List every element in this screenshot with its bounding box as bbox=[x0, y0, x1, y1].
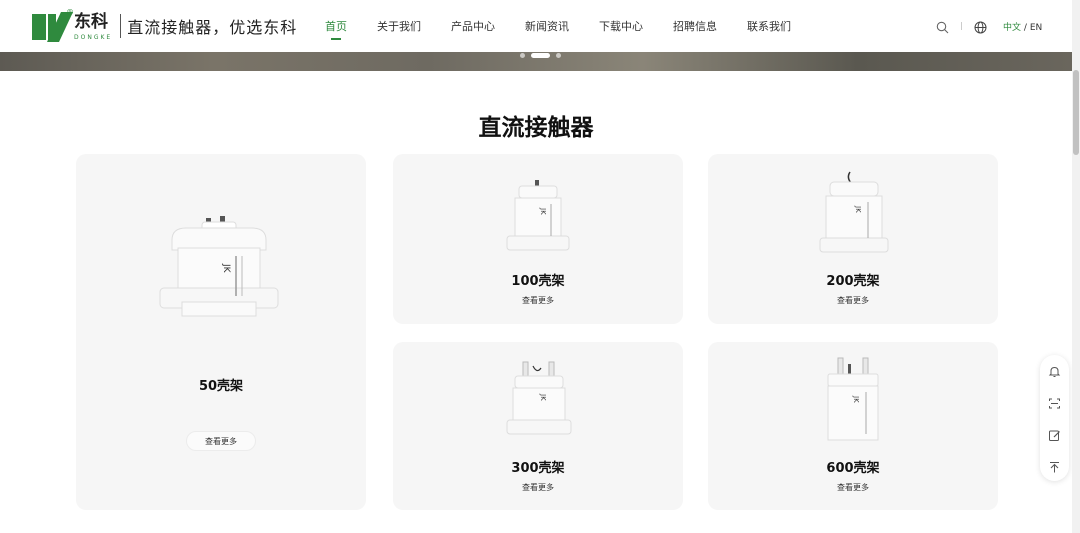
nav-item-jobs[interactable]: 招聘信息 bbox=[673, 18, 717, 34]
slogan: 直流接触器，优选东科 bbox=[127, 18, 298, 37]
view-more-button[interactable]: 查看更多 bbox=[186, 431, 256, 451]
banner-dot-active[interactable] bbox=[531, 53, 550, 58]
logo-chinese-name: 东科 bbox=[74, 11, 108, 32]
view-more-link[interactable]: 查看更多 bbox=[708, 295, 998, 306]
svg-text:JK: JK bbox=[854, 205, 862, 213]
nav-item-products[interactable]: 产品中心 bbox=[451, 18, 495, 34]
banner-dot[interactable] bbox=[520, 53, 525, 58]
logo-mark-icon: ® bbox=[32, 8, 74, 42]
product-image: JK bbox=[159, 216, 279, 317]
lang-separator: / bbox=[1023, 23, 1027, 33]
product-card-200[interactable]: JK 200壳架 查看更多 bbox=[708, 154, 998, 324]
page: ® 东科 DONGKE 直流接触器，优选东科 首页 关于我们 产品中心 新闻资讯… bbox=[0, 0, 1080, 533]
svg-text:JK: JK bbox=[539, 393, 547, 401]
nav-item-contact[interactable]: 联系我们 bbox=[747, 18, 791, 34]
nav-item-downloads[interactable]: 下载中心 bbox=[599, 18, 643, 34]
svg-text:JK: JK bbox=[852, 395, 860, 403]
product-card-100[interactable]: JK 100壳架 查看更多 bbox=[393, 154, 683, 324]
registered-mark: ® bbox=[66, 8, 74, 17]
scrollbar-thumb[interactable] bbox=[1073, 70, 1079, 155]
product-card-600[interactable]: JK 600壳架 查看更多 bbox=[708, 342, 998, 510]
product-image: JK bbox=[506, 180, 570, 251]
product-title: 100壳架 bbox=[511, 274, 565, 289]
back-to-top-icon[interactable] bbox=[1048, 459, 1061, 473]
lang-en-link[interactable]: EN bbox=[1030, 23, 1042, 33]
product-title: 50壳架 bbox=[198, 379, 244, 394]
product-image: JK bbox=[819, 171, 889, 253]
main-nav: 首页 关于我们 产品中心 新闻资讯 下载中心 招聘信息 联系我们 bbox=[325, 18, 821, 40]
header-tools bbox=[936, 19, 987, 34]
nav-item-news[interactable]: 新闻资讯 bbox=[525, 18, 569, 34]
view-more-link[interactable]: 查看更多 bbox=[708, 482, 998, 493]
logo-english-name: DONGKE bbox=[74, 33, 113, 41]
nav-item-about[interactable]: 关于我们 bbox=[377, 18, 421, 34]
bell-icon[interactable] bbox=[1048, 363, 1061, 377]
search-icon[interactable] bbox=[936, 19, 949, 34]
banner-dot[interactable] bbox=[556, 53, 561, 58]
logo-divider bbox=[120, 14, 122, 38]
svg-text:JK: JK bbox=[221, 263, 231, 274]
product-title: 600壳架 bbox=[826, 461, 880, 476]
banner-pagination bbox=[517, 53, 564, 58]
svg-text:JK: JK bbox=[539, 207, 547, 215]
edit-icon[interactable] bbox=[1048, 427, 1061, 441]
globe-icon[interactable] bbox=[974, 19, 987, 34]
product-card-300[interactable]: JK 300壳架 查看更多 bbox=[393, 342, 683, 510]
site-logo[interactable]: ® 东科 DONGKE 直流接触器，优选东科 bbox=[32, 8, 298, 42]
header-tools-divider bbox=[961, 21, 962, 30]
view-more-link[interactable]: 查看更多 bbox=[393, 482, 683, 493]
lang-zh-link[interactable]: 中文 bbox=[1003, 23, 1021, 33]
product-card-50[interactable]: JK 50壳架 查看更多 bbox=[76, 154, 366, 510]
language-switcher: 中文 / EN bbox=[1003, 20, 1042, 33]
page-scrollbar[interactable] bbox=[1072, 0, 1080, 533]
site-header: ® 东科 DONGKE 直流接触器，优选东科 首页 关于我们 产品中心 新闻资讯… bbox=[0, 0, 1072, 52]
product-image: JK bbox=[827, 357, 879, 441]
floating-toolbar bbox=[1040, 355, 1069, 481]
view-more-link[interactable]: 查看更多 bbox=[393, 295, 683, 306]
product-title: 300壳架 bbox=[511, 461, 565, 476]
nav-item-home[interactable]: 首页 bbox=[325, 18, 347, 40]
scan-icon[interactable] bbox=[1048, 395, 1061, 409]
section-title: 直流接触器 bbox=[478, 115, 594, 141]
product-image: JK bbox=[506, 361, 572, 435]
product-title: 200壳架 bbox=[826, 274, 880, 289]
